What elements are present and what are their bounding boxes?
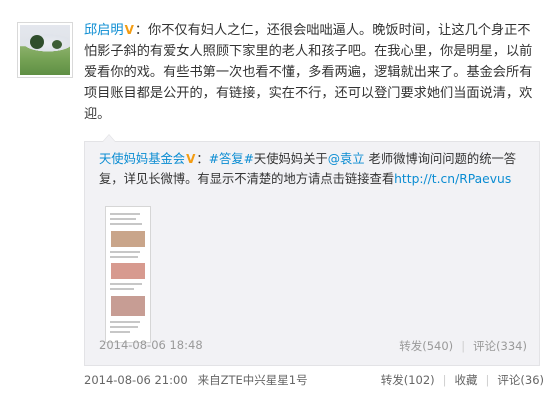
thumbnail-text-line — [110, 218, 136, 220]
post-timestamp[interactable]: 2014-08-06 21:00 — [84, 373, 188, 387]
thumbnail-photo — [111, 263, 145, 279]
thumbnail-text-line — [110, 213, 140, 215]
thumbnail-text-line — [110, 321, 140, 323]
avatar-tree-shape — [30, 35, 44, 49]
repost-text-segment: 天使妈妈关于 — [253, 152, 328, 166]
avatar-image — [20, 25, 70, 75]
thumbnail-text-line — [110, 331, 130, 333]
author-avatar[interactable] — [17, 22, 73, 78]
verified-v-icon: V — [124, 23, 134, 37]
thumbnail-text-line — [110, 251, 140, 253]
divider: | — [461, 339, 466, 353]
thumbnail-photo — [111, 296, 145, 316]
thumbnail-text-line — [110, 283, 142, 285]
short-url-link[interactable]: http://t.cn/RPaevus — [394, 172, 511, 186]
thumbnail-text-line — [110, 288, 134, 290]
long-weibo-thumbnail[interactable] — [105, 206, 151, 343]
repost-actions: 转发(540) | 评论(334) — [399, 338, 527, 354]
mention-link[interactable]: @袁立 — [328, 152, 365, 166]
verified-v-icon: V — [186, 152, 196, 166]
repost-repost-button[interactable]: 转发(540) — [399, 339, 453, 353]
post-text: ：你不仅有妇人之仁，还很会咄咄逼人。晚饭时间，让这几个身正不怕影子斜的有爱女人照… — [84, 23, 533, 122]
thumbnail-text-line — [110, 326, 138, 328]
post-source: 来自ZTE中兴星星1号 — [197, 373, 308, 387]
thumbnail-photo — [111, 231, 145, 247]
repost-timestamp[interactable]: 2014-08-06 18:48 — [99, 338, 203, 352]
repost-comment-button[interactable]: 评论(334) — [473, 339, 527, 353]
reposted-weibo: 天使妈妈基金会V：#答复#天使妈妈关于@袁立 老师微博询问问题的统一答复，详见长… — [84, 134, 540, 366]
post-actions: 转发(102) | 收藏 | 评论(36) — [381, 372, 544, 388]
favorite-button[interactable]: 收藏 — [455, 373, 478, 387]
divider: | — [485, 373, 490, 387]
thumbnail-text-line — [110, 223, 142, 225]
hashtag-link[interactable]: #答复# — [209, 152, 254, 166]
repost-button[interactable]: 转发(102) — [381, 373, 435, 387]
comment-button[interactable]: 评论(36) — [497, 373, 544, 387]
thumbnail-text-line — [110, 256, 138, 258]
avatar-tree-shape — [52, 40, 62, 49]
post-meta: 2014-08-06 21:00 来自ZTE中兴星星1号 — [84, 372, 308, 388]
author-name-link[interactable]: 邱启明 — [84, 23, 124, 38]
repost-text: 天使妈妈基金会V：#答复#天使妈妈关于@袁立 老师微博询问问题的统一答复，详见长… — [99, 149, 529, 189]
repost-author-link[interactable]: 天使妈妈基金会 — [99, 152, 185, 166]
post-content: 邱启明V：你不仅有妇人之仁，还很会咄咄逼人。晚饭时间，让这几个身正不怕影子斜的有… — [84, 20, 542, 125]
divider: | — [442, 373, 447, 387]
repost-pointer-inner — [103, 135, 115, 142]
